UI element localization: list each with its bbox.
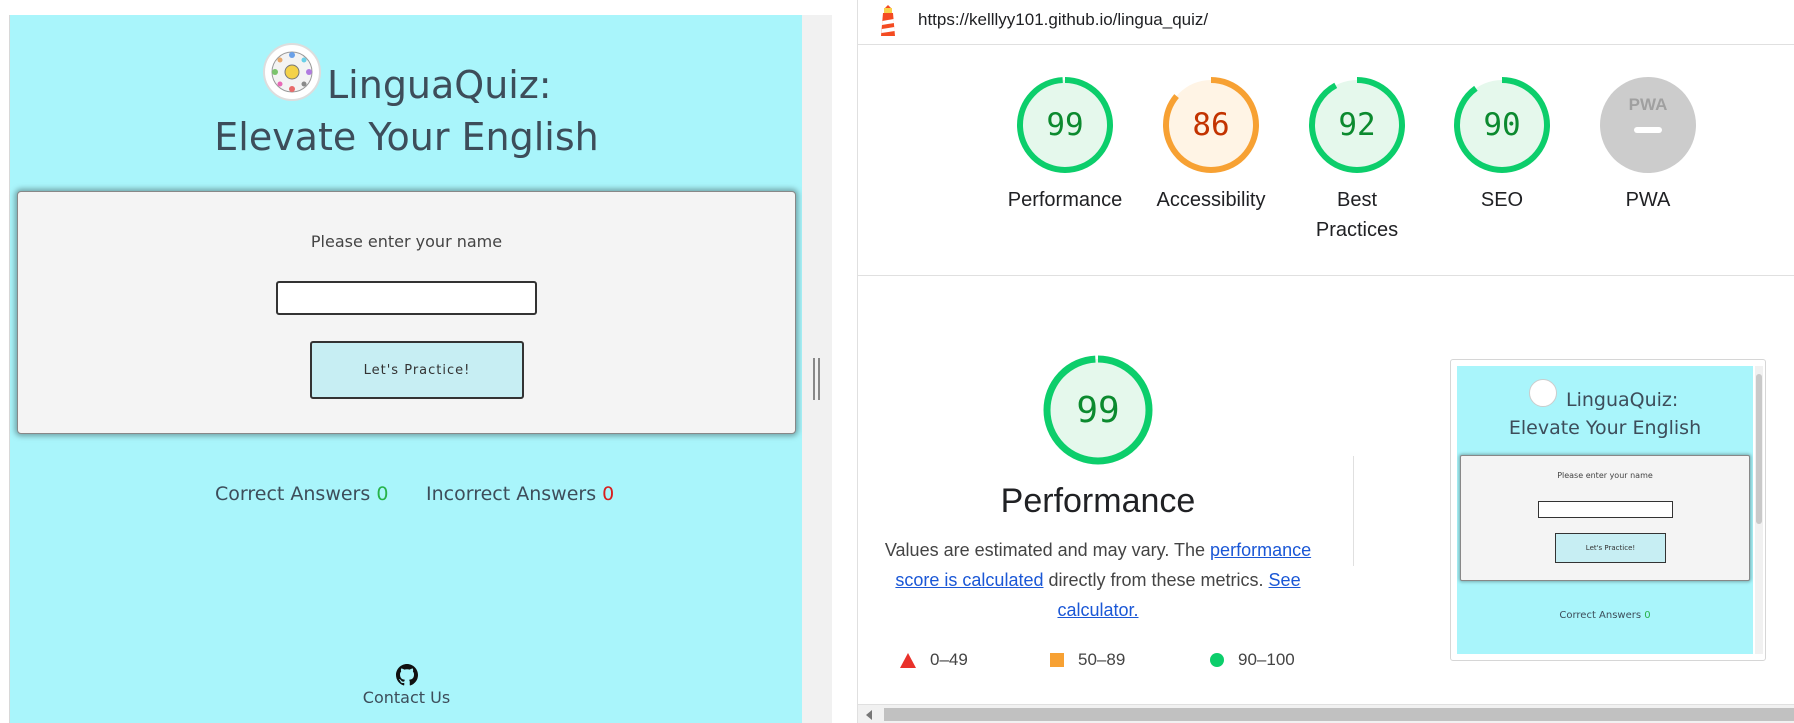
- site-page: LinguaQuiz: Elevate Your English Please …: [9, 15, 802, 723]
- footer-contact: Contact Us: [10, 664, 803, 707]
- gauge-performance[interactable]: 99: [1015, 75, 1115, 175]
- report-url: https://kelllyy101.github.io/lingua_quiz…: [918, 10, 1209, 29]
- scroll-left-icon[interactable]: [866, 710, 872, 720]
- correct-answers: Correct Answers 0: [215, 483, 388, 505]
- performance-detail-score: 99: [1076, 389, 1120, 431]
- thumbnail-title: LinguaQuiz:: [1566, 389, 1679, 411]
- gauge-seo[interactable]: 90: [1452, 75, 1552, 175]
- pwa-badge-text: PWA: [1628, 95, 1668, 114]
- github-icon[interactable]: [395, 664, 418, 686]
- scrollbar-thumb[interactable]: [884, 708, 1794, 721]
- thumbnail-correct-value: 0: [1644, 610, 1651, 621]
- thumbnail-scrollbar[interactable]: [1755, 366, 1763, 654]
- thumbnail-subtitle: Elevate Your English: [1508, 417, 1702, 439]
- lighthouse-report: https://kelllyy101.github.io/lingua_quiz…: [857, 0, 1794, 723]
- logo-icon: [263, 43, 321, 101]
- contact-us-link[interactable]: Contact Us: [10, 688, 803, 707]
- thumbnail-page: LinguaQuiz: Elevate Your English Please …: [1457, 366, 1753, 654]
- gauge-accessibility[interactable]: 86: [1161, 75, 1261, 175]
- thumbnail-prompt: Please enter your name: [1557, 471, 1653, 480]
- legend-average-range: 50–89: [1078, 650, 1126, 669]
- lighthouse-icon: [881, 5, 895, 36]
- desc-middle: directly from these metrics.: [1043, 570, 1269, 590]
- performance-detail-gauge: 99: [1043, 355, 1153, 465]
- site-subtitle: Elevate Your English: [214, 115, 599, 159]
- name-prompt: Please enter your name: [310, 232, 503, 251]
- gauge-score: 99: [1046, 107, 1084, 143]
- gauge-pwa[interactable]: PWA: [1598, 75, 1698, 175]
- gauge-score: 92: [1338, 107, 1376, 143]
- gauge-label-seo: SEO: [1480, 189, 1524, 211]
- name-input[interactable]: [276, 281, 537, 315]
- incorrect-answers-value: 0: [602, 483, 615, 505]
- gauge-label-accessibility: Accessibility: [1156, 189, 1266, 211]
- thumbnail-button: Let's Practice!: [1555, 533, 1666, 563]
- desc-prefix: Values are estimated and may vary. The: [884, 540, 1211, 560]
- circle-icon: [1210, 653, 1224, 667]
- gauge-score: 90: [1483, 107, 1521, 143]
- gauge-label-best-practices: Best Practices: [1315, 189, 1399, 241]
- legend-fail-range: 0–49: [930, 650, 968, 669]
- page-screenshot-thumbnail[interactable]: LinguaQuiz: Elevate Your English Please …: [1450, 359, 1766, 661]
- score-legend: 0–49 50–89 90–100: [858, 650, 1338, 674]
- thumbnail-correct-label: Correct Answers: [1559, 610, 1642, 621]
- incorrect-answers: Incorrect Answers 0: [426, 483, 614, 505]
- correct-answers-value: 0: [376, 483, 389, 505]
- thumbnail-logo-icon: [1529, 379, 1557, 407]
- thumbnail-score: Correct Answers 0: [1457, 610, 1753, 621]
- legend-average: 50–89: [1050, 650, 1125, 670]
- report-topbar: https://kelllyy101.github.io/lingua_quiz…: [858, 0, 1794, 45]
- gauge-label-pwa: PWA: [1625, 189, 1671, 211]
- performance-description: Values are estimated and may vary. The p…: [878, 535, 1318, 625]
- gauge-score: 86: [1192, 107, 1230, 143]
- vertical-divider: [1353, 456, 1354, 566]
- legend-pass-range: 90–100: [1238, 650, 1295, 669]
- legend-pass: 90–100: [1210, 650, 1295, 670]
- gauge-label-performance: Performance: [1007, 189, 1123, 211]
- thumbnail-input: [1538, 501, 1673, 518]
- triangle-icon: [900, 652, 916, 668]
- lets-practice-button[interactable]: Let's Practice!: [310, 341, 524, 399]
- gauge-best-practices[interactable]: 92: [1307, 75, 1407, 175]
- horizontal-scrollbar[interactable]: [858, 704, 1794, 723]
- name-form-card: Please enter your name Let's Practice!: [17, 191, 796, 434]
- resize-handle[interactable]: [812, 358, 821, 400]
- site-title: LinguaQuiz:: [327, 63, 552, 107]
- section-divider: [858, 275, 1794, 276]
- thumbnail-card: Please enter your name Let's Practice!: [1460, 455, 1750, 581]
- site-preview-window: LinguaQuiz: Elevate Your English Please …: [0, 0, 857, 723]
- square-icon: [1050, 653, 1064, 667]
- score-area: Correct Answers 0 Incorrect Answers 0: [10, 483, 803, 509]
- correct-answers-label: Correct Answers: [215, 483, 371, 505]
- legend-fail: 0–49: [900, 650, 968, 670]
- incorrect-answers-label: Incorrect Answers: [426, 483, 597, 505]
- performance-detail-title: Performance: [1000, 482, 1196, 520]
